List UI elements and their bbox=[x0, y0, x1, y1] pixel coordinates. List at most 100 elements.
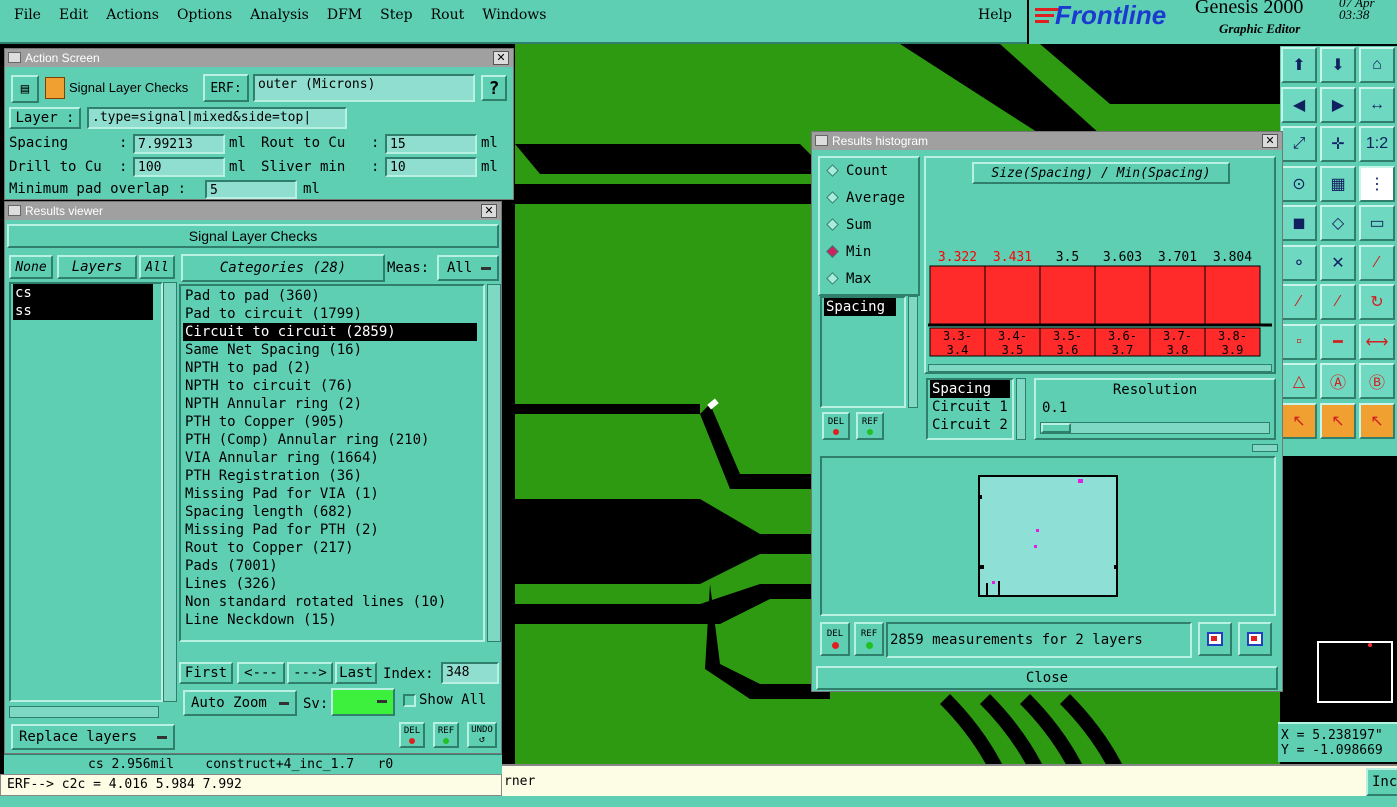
layer-button[interactable]: Layer : bbox=[9, 107, 81, 129]
category-item[interactable]: Circuit to circuit (2859) bbox=[183, 323, 477, 341]
layers-list[interactable]: cs ss bbox=[9, 282, 163, 702]
erf-button[interactable]: ERF: bbox=[203, 74, 249, 102]
category-item[interactable]: PTH Registration (36) bbox=[183, 467, 483, 485]
menu-step[interactable]: Step bbox=[380, 7, 412, 23]
action-screen-titlebar[interactable]: Action Screen ✕ bbox=[5, 49, 513, 67]
pointer-box-icon[interactable]: ↖ bbox=[1320, 402, 1356, 439]
nodes-icon[interactable]: ⚬ bbox=[1281, 244, 1317, 281]
results-viewer-titlebar[interactable]: Results viewer ✕ bbox=[5, 202, 501, 220]
ruler-icon[interactable]: ▭ bbox=[1359, 205, 1395, 241]
layers-button[interactable]: Layers bbox=[57, 255, 137, 279]
pan-left-icon[interactable]: ◀ bbox=[1281, 86, 1317, 123]
menu-edit[interactable]: Edit bbox=[59, 7, 88, 23]
resolution-slider[interactable] bbox=[1040, 422, 1270, 434]
layer-item-ss[interactable]: ss bbox=[13, 302, 153, 320]
center-icon[interactable]: ✛ bbox=[1320, 126, 1356, 162]
category-item[interactable]: Rout to Copper (217) bbox=[183, 539, 483, 557]
category-item[interactable]: PTH to Copper (905) bbox=[183, 413, 483, 431]
close-icon[interactable]: ✕ bbox=[481, 204, 497, 218]
triangle-icon[interactable]: △ bbox=[1281, 363, 1317, 399]
menu-help[interactable]: Help bbox=[978, 7, 1012, 23]
first-button[interactable]: First bbox=[179, 662, 233, 684]
show-all-checkbox[interactable] bbox=[403, 694, 416, 707]
category-item[interactable]: PTH (Comp) Annular ring (210) bbox=[183, 431, 483, 449]
category-item[interactable]: NPTH to pad (2) bbox=[183, 359, 483, 377]
layers-hscrollbar[interactable] bbox=[9, 706, 159, 718]
pointer-shield-icon[interactable]: ↖ bbox=[1359, 402, 1395, 439]
categories-button[interactable]: Categories (28) bbox=[181, 254, 385, 282]
snap-icon[interactable]: ⋮ bbox=[1359, 165, 1395, 202]
category-item[interactable]: Non standard rotated lines (10) bbox=[183, 593, 483, 611]
category-item[interactable]: Spacing length (682) bbox=[183, 503, 483, 521]
category-item[interactable]: VIA Annular ring (1664) bbox=[183, 449, 483, 467]
zoom-in-icon[interactable]: ⬇ bbox=[1320, 47, 1356, 83]
layers-vscrollbar[interactable] bbox=[163, 282, 177, 702]
rotate-icon[interactable]: ◇ bbox=[1320, 205, 1356, 241]
line-icon[interactable]: ⁄ bbox=[1359, 244, 1395, 281]
radio-average[interactable]: Average bbox=[820, 185, 918, 212]
category-item[interactable]: Pad to circuit (1799) bbox=[183, 305, 483, 323]
meas-dropdown[interactable]: All bbox=[437, 255, 499, 281]
radio-sum[interactable]: Sum bbox=[820, 212, 918, 239]
category-item[interactable]: Same Net Spacing (16) bbox=[183, 341, 483, 359]
hist-ref-button-top[interactable]: REF bbox=[856, 412, 884, 440]
slope-icon[interactable]: ⁄ bbox=[1281, 284, 1317, 320]
undo-button[interactable]: UNDO ↺ bbox=[467, 722, 497, 748]
menu-windows[interactable]: Windows bbox=[482, 7, 546, 23]
menu-analysis[interactable]: Analysis bbox=[250, 7, 309, 23]
last-button[interactable]: Last bbox=[335, 662, 377, 684]
ratio-icon[interactable]: 1:2 bbox=[1359, 126, 1395, 162]
zoom-home-icon[interactable]: ⬆ bbox=[1281, 47, 1317, 83]
window-menu-icon[interactable] bbox=[8, 52, 21, 63]
index-field[interactable]: 348 bbox=[441, 662, 499, 684]
next-button[interactable]: ---> bbox=[287, 662, 333, 684]
window-menu-icon[interactable] bbox=[815, 135, 828, 146]
close-icon[interactable]: ✕ bbox=[1262, 134, 1278, 148]
preview-scroll-top[interactable] bbox=[1252, 444, 1278, 452]
bracket-icon[interactable]: ⟷ bbox=[1359, 323, 1395, 360]
categories-vscrollbar[interactable] bbox=[487, 284, 501, 642]
category-item[interactable]: NPTH to circuit (76) bbox=[183, 377, 483, 395]
radio-count[interactable]: Count bbox=[820, 158, 918, 185]
home-icon[interactable]: ⌂ bbox=[1359, 47, 1395, 83]
erf-field[interactable]: outer (Microns) bbox=[253, 74, 475, 102]
replace-layers-dropdown[interactable]: Replace layers bbox=[11, 724, 175, 750]
category-item[interactable]: Pad to pad (360) bbox=[183, 287, 483, 305]
sv-color-dropdown[interactable] bbox=[331, 688, 395, 716]
cross-icon[interactable]: ✕ bbox=[1320, 244, 1356, 281]
pointer-icon[interactable]: ↖ bbox=[1281, 402, 1317, 439]
minpad-field[interactable]: 5 bbox=[205, 180, 297, 199]
layer-item-cs[interactable]: cs bbox=[13, 284, 153, 302]
menu-dfm[interactable]: DFM bbox=[327, 7, 362, 23]
radio-min[interactable]: Min bbox=[820, 239, 918, 266]
auto-zoom-dropdown[interactable]: Auto Zoom bbox=[183, 690, 297, 716]
export-down-icon[interactable] bbox=[1198, 622, 1232, 656]
square-icon[interactable]: ◼ bbox=[1281, 205, 1317, 241]
spacing-list-item[interactable]: Spacing bbox=[824, 298, 896, 316]
spacing-list[interactable]: Spacing bbox=[820, 296, 906, 408]
category-item[interactable]: Pads (7001) bbox=[183, 557, 483, 575]
triangle-b-icon[interactable]: Ⓑ bbox=[1359, 363, 1395, 399]
attr-list[interactable]: Spacing Circuit 1 Circuit 2 bbox=[926, 378, 1014, 440]
attr-list-item[interactable]: Spacing bbox=[930, 380, 1010, 398]
category-item[interactable]: Missing Pad for PTH (2) bbox=[183, 521, 483, 539]
menu-options[interactable]: Options bbox=[177, 7, 232, 23]
menu-rout[interactable]: Rout bbox=[431, 7, 465, 23]
menu-actions[interactable]: Actions bbox=[106, 7, 159, 23]
layers-none-button[interactable]: None bbox=[9, 255, 53, 279]
grid-icon[interactable]: ▦ bbox=[1320, 165, 1356, 202]
refresh-icon[interactable]: ↻ bbox=[1359, 284, 1395, 320]
histogram-close-button[interactable]: Close bbox=[816, 666, 1278, 690]
drill-field[interactable]: 100 bbox=[133, 157, 225, 177]
layer-field[interactable]: .type=signal|mixed&side=top| bbox=[87, 107, 347, 129]
layers-all-button[interactable]: All bbox=[139, 255, 175, 279]
export-up-icon[interactable] bbox=[1238, 622, 1272, 656]
hist-ref-button-bottom[interactable]: REF bbox=[854, 622, 884, 656]
preview-panel[interactable] bbox=[820, 456, 1276, 616]
inc-button[interactable]: Inc bbox=[1366, 768, 1397, 796]
ref-button[interactable]: REF bbox=[433, 722, 459, 748]
line-edit-icon[interactable]: ⁄ bbox=[1320, 284, 1356, 320]
hist-del-button-bottom[interactable]: DEL bbox=[820, 622, 850, 656]
attr-list-item[interactable]: Circuit 2 bbox=[930, 416, 1012, 434]
attr-list-item[interactable]: Circuit 1 bbox=[930, 398, 1012, 416]
